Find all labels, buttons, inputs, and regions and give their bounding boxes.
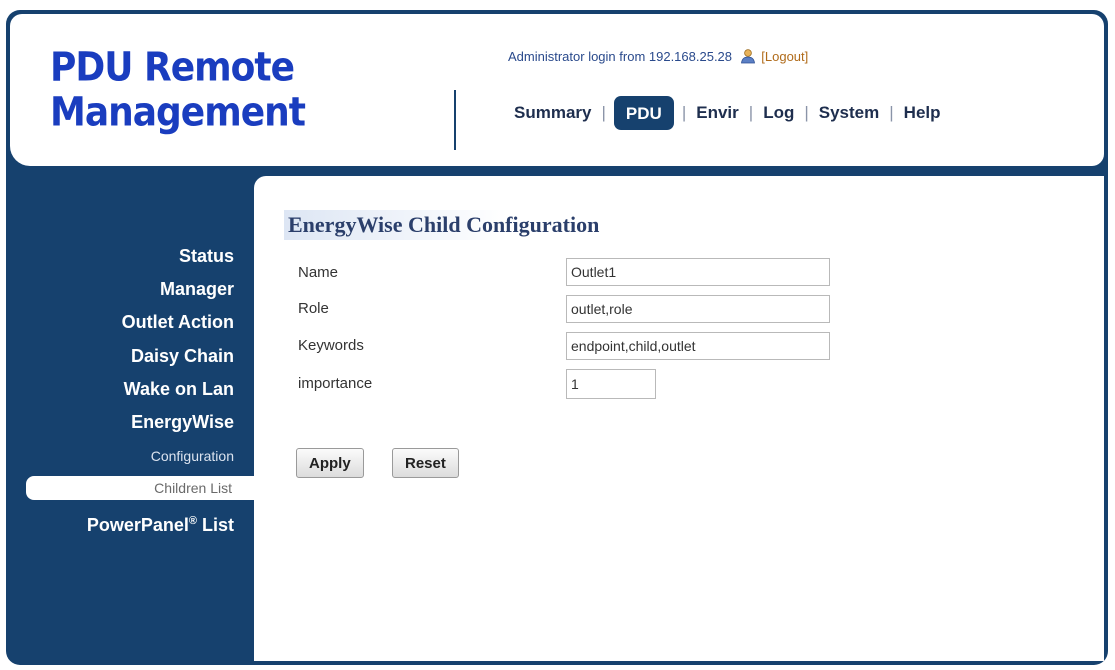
role-label: Role [298, 300, 329, 317]
importance-input[interactable] [566, 369, 656, 399]
main-content: EnergyWise Child Configuration Name Role… [254, 176, 1104, 661]
logo-line-1: PDU Remote [50, 44, 295, 91]
sidebar-subitem-children-list[interactable]: Children List [26, 476, 254, 500]
nav-separator: | [804, 103, 809, 122]
user-icon [740, 48, 756, 67]
header: PDU Remote Management Administrator logi… [10, 14, 1104, 166]
page-title: EnergyWise Child Configuration [284, 210, 604, 240]
sidebar-item-powerpanel-list[interactable]: PowerPanel® List [87, 515, 234, 536]
tab-help[interactable]: Help [896, 103, 949, 123]
registered-mark: ® [188, 515, 197, 527]
login-info: Administrator login from 192.168.25.28 [… [508, 48, 808, 67]
keywords-label: Keywords [298, 337, 364, 354]
header-divider [454, 90, 456, 150]
sidebar-item-outlet-action[interactable]: Outlet Action [122, 312, 234, 333]
name-label: Name [298, 264, 339, 281]
top-nav: Summary | PDU | Envir | Log | System | H… [506, 96, 949, 130]
apply-button[interactable]: Apply [296, 448, 364, 478]
tab-system[interactable]: System [811, 103, 887, 123]
tab-summary[interactable]: Summary [506, 103, 599, 123]
sidebar-item-daisy-chain[interactable]: Daisy Chain [131, 346, 234, 367]
app-logo: PDU Remote Management [50, 44, 306, 136]
keywords-input[interactable] [566, 332, 830, 360]
sidebar-subitem-configuration[interactable]: Configuration [151, 448, 234, 464]
powerpanel-label: PowerPanel [86, 515, 189, 535]
sidebar-item-wake-on-lan[interactable]: Wake on Lan [124, 379, 234, 400]
reset-button[interactable]: Reset [392, 448, 459, 478]
name-input[interactable] [566, 258, 830, 286]
app-frame: PDU Remote Management Administrator logi… [6, 10, 1108, 665]
nav-separator: | [748, 103, 754, 122]
sidebar-item-energywise[interactable]: EnergyWise [131, 412, 234, 433]
tab-envir[interactable]: Envir [688, 103, 747, 123]
logo-line-2: Management [50, 89, 306, 136]
sidebar-item-status[interactable]: Status [179, 246, 234, 267]
sidebar-item-manager[interactable]: Manager [160, 279, 234, 300]
tab-pdu[interactable]: PDU [613, 96, 674, 130]
nav-separator: | [889, 103, 894, 122]
login-text: Administrator login from 192.168.25.28 [508, 48, 733, 64]
logout-link[interactable]: [Logout] [761, 49, 808, 64]
importance-label: importance [298, 375, 373, 392]
role-input[interactable] [566, 295, 830, 323]
powerpanel-list-suffix: List [196, 515, 234, 535]
nav-separator: | [681, 103, 687, 122]
tab-log[interactable]: Log [755, 103, 802, 123]
nav-separator: | [601, 103, 606, 122]
sidebar: Status Manager Outlet Action Daisy Chain… [6, 170, 254, 665]
